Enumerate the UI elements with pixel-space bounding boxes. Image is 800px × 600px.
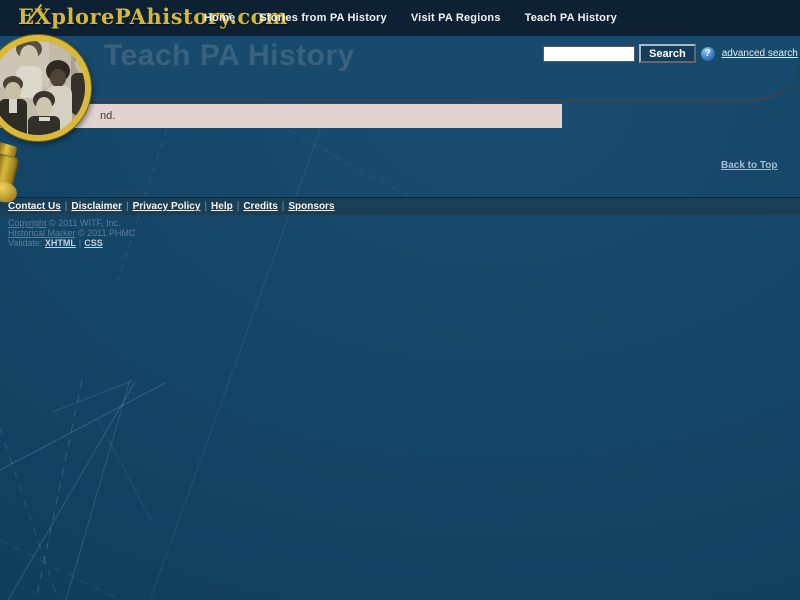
question-mark-icon[interactable]: ?: [701, 47, 715, 61]
copyright-text: © 2011 WITF, Inc.: [47, 218, 121, 228]
nav-item-stories[interactable]: Stories from PA History: [259, 12, 386, 24]
copyright-block: Copyright © 2011 WITF, Inc. Historical M…: [8, 218, 136, 248]
separator: |: [282, 201, 285, 212]
validate-label: Validate:: [8, 238, 45, 248]
footer-link-disclaimer[interactable]: Disclaimer: [71, 201, 122, 212]
footer-link-band: Contact Us|Disclaimer|Privacy Policy|Hel…: [0, 197, 800, 215]
advanced-search-link[interactable]: advanced search: [722, 48, 798, 59]
separator: |: [237, 201, 240, 212]
historical-marker-link[interactable]: Historical Marker: [8, 228, 76, 238]
footer-link-credits[interactable]: Credits: [243, 201, 277, 212]
footer-link-sponsors[interactable]: Sponsors: [288, 201, 334, 212]
copyright-link[interactable]: Copyright: [8, 218, 47, 228]
marker-line: Historical Marker © 2011 PHMC: [8, 228, 136, 238]
footer-link-contact[interactable]: Contact Us: [8, 201, 61, 212]
copyright-line: Copyright © 2011 WITF, Inc.: [8, 218, 136, 228]
separator: |: [126, 201, 129, 212]
top-navigation-bar: EXplorePAhistory.com Home Stories from P…: [0, 0, 800, 36]
primary-nav: Home Stories from PA History Visit PA Re…: [204, 0, 617, 36]
header-panel: Teach PA History Search ? advanced searc…: [0, 36, 800, 101]
validate-line: Validate: XHTML|CSS: [8, 238, 136, 248]
validate-css-link[interactable]: CSS: [84, 238, 103, 248]
nav-item-home[interactable]: Home: [204, 12, 235, 24]
search-button[interactable]: Search: [639, 44, 696, 63]
nav-item-teach[interactable]: Teach PA History: [525, 12, 617, 24]
separator: |: [79, 238, 81, 248]
footer-links: Contact Us|Disclaimer|Privacy Policy|Hel…: [8, 201, 335, 212]
page: EXplorePAhistory.com Home Stories from P…: [0, 0, 800, 600]
status-message-text: nd.: [100, 110, 115, 122]
back-to-top-link[interactable]: Back to Top: [721, 160, 777, 171]
nav-item-regions[interactable]: Visit PA Regions: [411, 12, 501, 24]
marker-text: © 2011 PHMC: [76, 228, 136, 238]
separator: |: [204, 201, 207, 212]
footer-link-help[interactable]: Help: [211, 201, 233, 212]
footer-link-privacy[interactable]: Privacy Policy: [133, 201, 201, 212]
page-title: Teach PA History: [104, 39, 355, 73]
separator: |: [65, 201, 68, 212]
search-input[interactable]: [543, 46, 635, 62]
search-area: Search ? advanced search: [543, 44, 798, 63]
validate-xhtml-link[interactable]: XHTML: [45, 238, 76, 248]
